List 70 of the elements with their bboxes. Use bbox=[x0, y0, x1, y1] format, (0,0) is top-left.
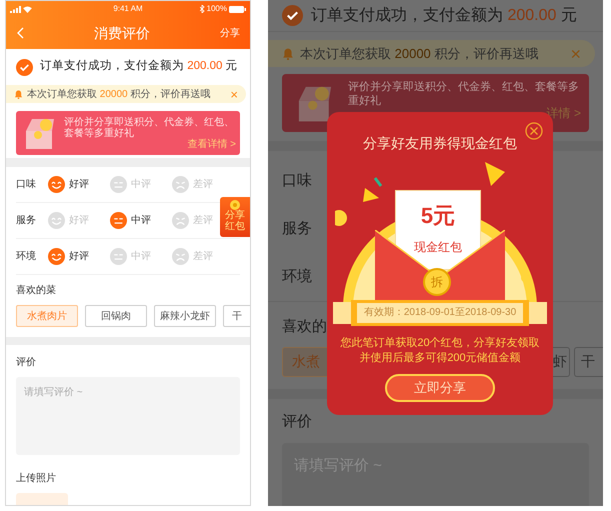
section-title: 喜欢的 bbox=[281, 317, 328, 337]
check-circle-icon bbox=[16, 58, 33, 76]
check-circle-icon bbox=[282, 5, 303, 26]
share-button[interactable]: 分享 bbox=[220, 26, 240, 40]
rating-option[interactable]: 好评 bbox=[69, 249, 89, 264]
rating-category: 服务 bbox=[16, 214, 37, 228]
payment-message: 订单支付成功，支付金额为 200.00 元 bbox=[40, 58, 238, 74]
battery-icon bbox=[228, 6, 246, 12]
rating-option[interactable]: 好评 bbox=[69, 177, 89, 192]
dish-tag[interactable]: 水煮 bbox=[282, 346, 327, 376]
neutral-face-icon[interactable] bbox=[110, 248, 127, 265]
neutral-face-icon[interactable] bbox=[110, 212, 127, 229]
close-button[interactable]: × bbox=[230, 88, 238, 100]
signal-icon bbox=[10, 6, 21, 12]
battery-percent: 100% bbox=[206, 3, 227, 15]
rating-option[interactable]: 好评 bbox=[69, 213, 89, 228]
rating-category: 口味 bbox=[16, 178, 37, 192]
rating-category: 服务 bbox=[282, 218, 312, 239]
promo-text: 评价并分享即送积分、代金券、红包、套餐等多重好礼 bbox=[64, 116, 235, 138]
rating-option[interactable]: 差评 bbox=[193, 249, 213, 264]
notice-text: 本次订单您获取 20000 积分，评价再送哦 bbox=[300, 44, 540, 63]
promo-text: 评价并分享即送积分、代金券、红包、套餐等多重好礼 bbox=[348, 80, 580, 107]
dish-tag[interactable]: 干 bbox=[574, 346, 603, 376]
share-now-button[interactable]: 立即分享 bbox=[385, 374, 495, 402]
good-face-icon[interactable] bbox=[48, 248, 65, 265]
section-title: 上传照片 bbox=[16, 472, 57, 486]
voucher-label: 现金红包 bbox=[414, 239, 462, 256]
status-time: 9:41 AM bbox=[113, 3, 143, 15]
coin-icon bbox=[230, 200, 240, 210]
share-envelope-badge[interactable]: 分享红包 bbox=[220, 197, 250, 237]
notice-text: 本次订单您获取 20000 积分，评价再送哦 bbox=[27, 88, 212, 102]
rating-option[interactable]: 中评 bbox=[131, 213, 151, 228]
badge-label: 分享红包 bbox=[224, 210, 246, 232]
rating-category: 环境 bbox=[16, 250, 37, 264]
rating-option[interactable]: 差评 bbox=[193, 177, 213, 192]
rating-option[interactable]: 中评 bbox=[131, 249, 151, 264]
dish-tag[interactable]: 水煮肉片 bbox=[16, 305, 78, 327]
page-title: 消费评价 bbox=[94, 24, 150, 42]
popup-title: 分享好友用券得现金红包 bbox=[362, 134, 518, 153]
section-title: 评价 bbox=[282, 412, 313, 432]
rating-category: 口味 bbox=[282, 170, 312, 191]
rating-option[interactable]: 中评 bbox=[131, 177, 151, 192]
dish-tag[interactable]: 回锅肉 bbox=[85, 305, 147, 327]
neutral-face-icon[interactable] bbox=[110, 176, 127, 193]
review-input[interactable]: 请填写评价 ~ bbox=[16, 377, 240, 455]
payment-message: 订单支付成功，支付金额为 200.00 元 bbox=[311, 6, 577, 26]
bad-face-icon[interactable] bbox=[172, 212, 189, 229]
wifi-icon bbox=[23, 6, 32, 12]
rating-option[interactable]: 差评 bbox=[193, 213, 213, 228]
close-button[interactable]: × bbox=[570, 44, 581, 62]
voucher-amount: 5元 bbox=[420, 202, 456, 230]
section-title: 喜欢的菜 bbox=[16, 284, 57, 298]
dish-tag[interactable]: 干 bbox=[223, 305, 250, 327]
promo-banner[interactable]: 评价并分享即送积分、代金券、红包、套餐等多重好礼 查看详情 > bbox=[16, 111, 240, 155]
dish-tag[interactable]: 虾 bbox=[553, 346, 570, 376]
good-face-icon[interactable] bbox=[48, 176, 65, 193]
details-link[interactable]: 查看详情 > bbox=[187, 138, 236, 150]
close-icon[interactable] bbox=[525, 122, 543, 140]
bell-icon bbox=[282, 48, 294, 60]
dish-tag[interactable]: 麻辣小龙虾 bbox=[154, 305, 216, 327]
bad-face-icon[interactable] bbox=[172, 176, 189, 193]
popup-description: 您此笔订单获取20个红包，分享好友领取并使用后最多可得200元储值金额 bbox=[339, 336, 541, 366]
section-title: 评价 bbox=[16, 356, 37, 370]
bell-icon bbox=[14, 90, 23, 98]
bluetooth-icon bbox=[200, 5, 205, 13]
back-icon[interactable] bbox=[16, 27, 24, 39]
bad-face-icon[interactable] bbox=[172, 248, 189, 265]
validity-period: 有效期：2018-09-01至2018-09-30 bbox=[357, 303, 523, 323]
good-face-icon[interactable] bbox=[48, 212, 65, 229]
rating-category: 环境 bbox=[282, 266, 312, 287]
